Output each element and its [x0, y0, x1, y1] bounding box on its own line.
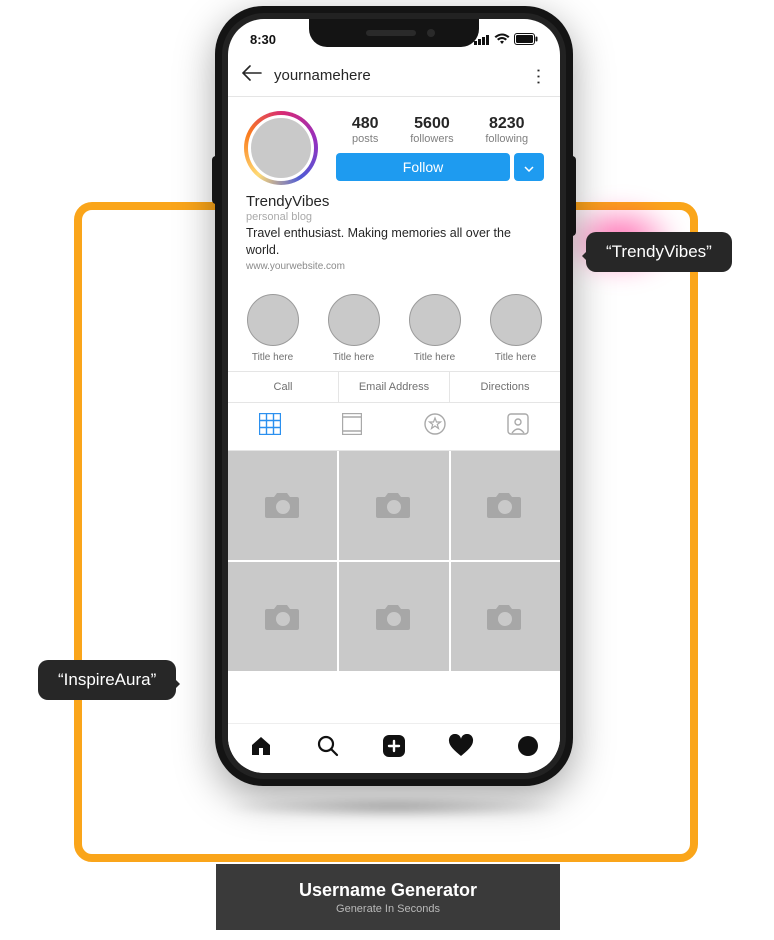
nav-search[interactable] — [316, 734, 340, 763]
contact-call[interactable]: Call — [228, 372, 339, 402]
posts-label: posts — [352, 133, 379, 145]
highlight-label: Title here — [409, 352, 461, 363]
search-icon — [316, 734, 340, 758]
view-tabs — [228, 403, 560, 451]
header-username: yournamehere — [274, 67, 371, 84]
tagged-icon — [507, 413, 529, 435]
phone-volume-button — [212, 156, 216, 204]
tab-feed[interactable] — [342, 413, 362, 440]
post-thumbnail[interactable] — [339, 562, 448, 671]
nav-add[interactable] — [382, 734, 406, 763]
followers-label: followers — [410, 133, 453, 145]
back-arrow-icon[interactable] — [242, 65, 262, 86]
bio-text: Travel enthusiast. Making memories all o… — [246, 225, 542, 259]
highlight-circle-icon — [409, 294, 461, 346]
camera-icon — [486, 602, 524, 632]
follow-button[interactable]: Follow — [336, 153, 510, 181]
contact-email[interactable]: Email Address — [339, 372, 450, 402]
post-thumbnail[interactable] — [451, 451, 560, 560]
highlight-item[interactable]: Title here — [490, 294, 542, 363]
phone-screen: 8:30 yournamehere ⋯ — [228, 19, 560, 773]
highlight-item[interactable]: Title here — [409, 294, 461, 363]
star-circle-icon — [424, 413, 446, 435]
follow-dropdown-button[interactable] — [514, 153, 544, 181]
highlight-item[interactable]: Title here — [328, 294, 380, 363]
website-link[interactable]: www.yourwebsite.com — [246, 261, 542, 272]
story-ring[interactable] — [244, 111, 318, 185]
phone-power-button — [572, 156, 576, 236]
following-count: 8230 — [485, 115, 528, 133]
post-thumbnail[interactable] — [228, 451, 337, 560]
nav-home[interactable] — [249, 734, 273, 763]
wifi-icon — [494, 33, 510, 45]
suggestion-text: “TrendyVibes” — [606, 242, 712, 261]
profile-header: yournamehere ⋯ — [228, 59, 560, 97]
stat-posts[interactable]: 480 posts — [352, 115, 379, 145]
contact-directions[interactable]: Directions — [450, 372, 560, 402]
display-name: TrendyVibes — [246, 193, 542, 210]
post-thumbnail[interactable] — [451, 562, 560, 671]
highlight-label: Title here — [328, 352, 380, 363]
home-icon — [249, 734, 273, 758]
following-label: following — [485, 133, 528, 145]
camera-icon — [264, 602, 302, 632]
profile-dot-icon — [517, 735, 539, 757]
posts-grid — [228, 451, 560, 672]
nav-profile[interactable] — [517, 735, 539, 762]
bio-section: TrendyVibes personal blog Travel enthusi… — [228, 191, 560, 282]
posts-count: 480 — [352, 115, 379, 133]
footer-subtitle: Generate In Seconds — [336, 903, 440, 915]
stat-following[interactable]: 8230 following — [485, 115, 528, 145]
highlight-circle-icon — [490, 294, 542, 346]
footer-title: Username Generator — [299, 880, 477, 901]
grid-icon — [259, 413, 281, 435]
status-time: 8:30 — [250, 32, 276, 47]
bottom-nav — [228, 723, 560, 773]
camera-icon — [486, 490, 524, 520]
tab-starred[interactable] — [424, 413, 446, 440]
more-options-icon[interactable]: ⋯ — [528, 68, 549, 84]
nav-activity[interactable] — [448, 734, 474, 763]
highlight-item[interactable]: Title here — [247, 294, 299, 363]
post-thumbnail[interactable] — [339, 451, 448, 560]
phone-notch — [309, 19, 479, 47]
avatar[interactable] — [248, 115, 314, 181]
profile-category: personal blog — [246, 211, 542, 223]
suggestion-bubble-left: “InspireAura” — [38, 660, 176, 700]
add-post-icon — [382, 734, 406, 758]
highlight-label: Title here — [247, 352, 299, 363]
highlight-circle-icon — [247, 294, 299, 346]
highlight-circle-icon — [328, 294, 380, 346]
camera-icon — [375, 602, 413, 632]
followers-count: 5600 — [410, 115, 453, 133]
feed-icon — [342, 413, 362, 435]
suggestion-bubble-right: “TrendyVibes” — [586, 232, 732, 272]
suggestion-text: “InspireAura” — [58, 670, 156, 689]
camera-icon — [264, 490, 302, 520]
highlights-row: Title here Title here Title here Title h… — [228, 282, 560, 371]
post-thumbnail[interactable] — [228, 562, 337, 671]
phone-mockup: 8:30 yournamehere ⋯ — [215, 6, 573, 786]
tab-grid[interactable] — [259, 413, 281, 440]
chevron-down-icon — [524, 166, 534, 172]
footer-panel: Username Generator Generate In Seconds — [216, 864, 560, 930]
heart-icon — [448, 734, 474, 758]
phone-shadow — [222, 796, 566, 818]
camera-icon — [375, 490, 413, 520]
tab-tagged[interactable] — [507, 413, 529, 440]
stat-followers[interactable]: 5600 followers — [410, 115, 453, 145]
stats-row: 480 posts 5600 followers 8230 following — [336, 115, 544, 145]
highlight-label: Title here — [490, 352, 542, 363]
contact-row: Call Email Address Directions — [228, 371, 560, 403]
battery-icon — [514, 33, 538, 45]
